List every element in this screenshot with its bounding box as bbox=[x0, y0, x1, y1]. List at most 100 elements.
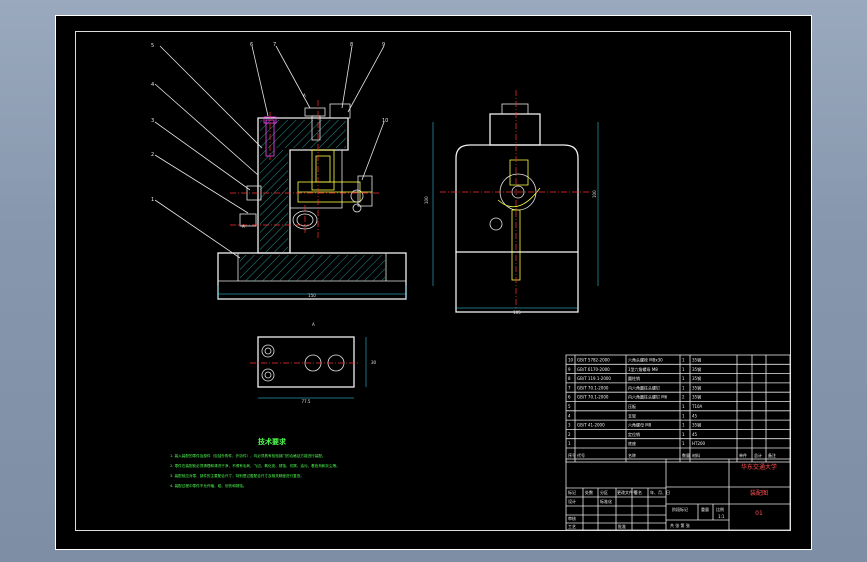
bom-header-unit_weight: 单件 bbox=[739, 452, 747, 458]
bom-cell-name: 定位销 bbox=[628, 431, 640, 437]
balloon-9: 9 bbox=[382, 42, 385, 48]
tb-weight-label: 重量 bbox=[701, 506, 709, 512]
bom-cell-qty: 1 bbox=[682, 358, 685, 363]
bom-cell-name: 支架 bbox=[628, 412, 636, 418]
bom-cell-material: 45 bbox=[692, 432, 698, 437]
tb-check: 审核 bbox=[568, 515, 576, 521]
technical-notes: 技术要求 1. 装入装配的零件及部件（包括外购件、外协件），均必须具有检验部门的… bbox=[170, 437, 340, 488]
dim-front-width: 150 bbox=[308, 293, 316, 298]
front-view: 150 5 4 3 2 1 6 7 8 9 10 A A bbox=[151, 42, 407, 300]
dim-side-height-left: 100 bbox=[424, 196, 429, 204]
bom-cell-code: GB/T 70.1-2000 bbox=[577, 395, 609, 400]
tb-rev-sign: 签名 bbox=[634, 489, 642, 495]
bom-cell-material: 35钢 bbox=[692, 375, 701, 381]
bom-cell-qty: 1 bbox=[682, 423, 685, 428]
bom-cell-material: 35钢 bbox=[692, 394, 701, 400]
tb-scale-value: 1:1 bbox=[718, 514, 725, 519]
tb-rev-date: 年、月、日 bbox=[650, 489, 670, 495]
section-mark-a-bottom: A bbox=[242, 224, 245, 229]
bom-header-remark: 备注 bbox=[768, 452, 776, 458]
bom-cell-qty: 1 bbox=[682, 413, 685, 418]
balloon-5: 5 bbox=[151, 43, 154, 49]
bom-cell-material: HT200 bbox=[692, 441, 706, 446]
bom-cell-qty: 1 bbox=[682, 367, 685, 372]
bom-cell-name: 六角螺母 M8 bbox=[628, 422, 652, 428]
bom-header-material: 材料 bbox=[692, 452, 700, 458]
bom-cell-code: GB/T 70.1-2000 bbox=[577, 385, 609, 390]
bom-cell-name: 压板 bbox=[628, 403, 636, 409]
bom-cell-no: 6 bbox=[568, 395, 571, 400]
bom-cell-no: 7 bbox=[568, 385, 571, 390]
bom-cell-name: 六角头螺栓 M8x30 bbox=[628, 357, 663, 363]
bom-cell-no: 10 bbox=[568, 358, 574, 363]
note-line-3: 3. 装配前应对零、部件的主要配合尺寸，特别是过盈配合尺寸及相关精度进行复查。 bbox=[170, 473, 304, 478]
bom-cell-qty: 1 bbox=[682, 404, 685, 409]
tb-process: 工艺 bbox=[568, 524, 576, 529]
bom-cell-material: 35钢 bbox=[692, 422, 701, 428]
bom-cell-qty: 1 bbox=[682, 441, 685, 446]
title-drawing-name: 装配图 bbox=[750, 489, 768, 497]
bom-cell-no: 3 bbox=[568, 423, 571, 428]
top-view: 77.5 30 A bbox=[250, 322, 377, 404]
bom-cell-material: 45 bbox=[692, 413, 698, 418]
tb-scale-label: 比例 bbox=[716, 506, 724, 512]
balloon-7: 7 bbox=[273, 42, 276, 48]
bom-cell-material: T10A bbox=[691, 404, 703, 409]
balloon-8: 8 bbox=[350, 42, 353, 48]
tb-rev-mark: 标记 bbox=[568, 489, 576, 495]
tb-std: 标准化 bbox=[600, 498, 612, 504]
bom-cell-qty: 1 bbox=[682, 385, 685, 390]
note-line-2: 2. 零件在装配前必须清理和清洗干净，不得有毛刺、飞边、氧化皮、锈蚀、切屑、油污… bbox=[170, 463, 340, 468]
bom-cell-code: GB/T 119.1-2000 bbox=[577, 376, 611, 381]
note-line-4: 4. 装配过程中零件不允许磕、碰、划伤和锈蚀。 bbox=[170, 483, 246, 488]
tb-approve: 批准 bbox=[618, 523, 626, 529]
balloon-1: 1 bbox=[151, 197, 154, 203]
bom-cell-qty: 1 bbox=[682, 376, 685, 381]
balloon-10: 10 bbox=[382, 118, 388, 124]
tb-stage-label: 阶段标记 bbox=[672, 506, 688, 512]
title-school: 华东交通大学 bbox=[741, 463, 777, 471]
tb-sheet-label: 共 张 第 张 bbox=[670, 522, 690, 528]
bom-cell-qty: 1 bbox=[682, 432, 685, 437]
dim-top-width: 77.5 bbox=[302, 399, 311, 404]
bom-cell-material: 35钢 bbox=[692, 384, 701, 390]
balloon-3: 3 bbox=[151, 118, 154, 124]
bom-cell-name: 内六角圆柱头螺钉 M6 bbox=[628, 394, 668, 400]
title-block: 华东交通大学 装配图 01 阶段标记 重量 比例 1:1 共 张 第 张 标记 … bbox=[565, 458, 791, 531]
cad-drawing: 150 5 4 3 2 1 6 7 8 9 10 A A 100 100 105… bbox=[151, 42, 791, 531]
bom-cell-no: 9 bbox=[568, 367, 571, 372]
side-knurled-nut bbox=[501, 103, 529, 115]
note-line-1: 1. 装入装配的零件及部件（包括外购件、外协件），均必须具有检验部门的合格证方能… bbox=[170, 453, 326, 458]
top-knurled-nut bbox=[329, 103, 351, 119]
bom-cell-material: 35钢 bbox=[692, 357, 701, 363]
bom-cell-no: 8 bbox=[568, 376, 571, 381]
bom-cell-no: 4 bbox=[568, 413, 571, 418]
bom-cell-name: 圆柱销 bbox=[628, 375, 640, 381]
bom-cell-no: 1 bbox=[568, 441, 571, 446]
bom-cell-name: 底座 bbox=[628, 440, 636, 446]
bom-cell-code: GB/T 6170-2000 bbox=[577, 367, 610, 372]
bom-cell-name: 内六角圆柱头螺钉 bbox=[628, 384, 660, 390]
title-code: 01 bbox=[755, 510, 763, 517]
bom-cell-qty: 2 bbox=[682, 395, 685, 400]
tb-rev-zone: 分区 bbox=[600, 489, 608, 495]
bom-cell-no: 2 bbox=[568, 432, 571, 437]
view-label-a: A bbox=[312, 322, 315, 327]
dim-side-height-right: 100 bbox=[592, 190, 597, 198]
notes-title: 技术要求 bbox=[258, 437, 287, 446]
section-mark-a-top: A bbox=[303, 93, 306, 98]
tb-design: 设计 bbox=[568, 498, 576, 504]
bom-cell-no: 5 bbox=[568, 404, 571, 409]
balloon-6: 6 bbox=[250, 42, 253, 48]
side-view: 100 100 105 bbox=[424, 90, 599, 315]
dim-top-height: 30 bbox=[371, 360, 377, 365]
bom-header-name: 名称 bbox=[628, 452, 636, 458]
dim-side-width: 105 bbox=[513, 310, 521, 315]
balloon-4: 4 bbox=[151, 82, 154, 88]
bom-table: 10 GB/T 5782-2000 六角头螺栓 M8x30 1 35钢 9 GB/T 617… bbox=[565, 354, 791, 463]
bom-header-total_weight: 总计 bbox=[754, 452, 762, 458]
bom-header-no: 序号 bbox=[568, 452, 576, 458]
bom-cell-name: 1型六角螺母 M8 bbox=[628, 366, 658, 372]
bom-cell-material: 35钢 bbox=[692, 366, 701, 372]
tb-rev-count: 处数 bbox=[585, 489, 593, 495]
